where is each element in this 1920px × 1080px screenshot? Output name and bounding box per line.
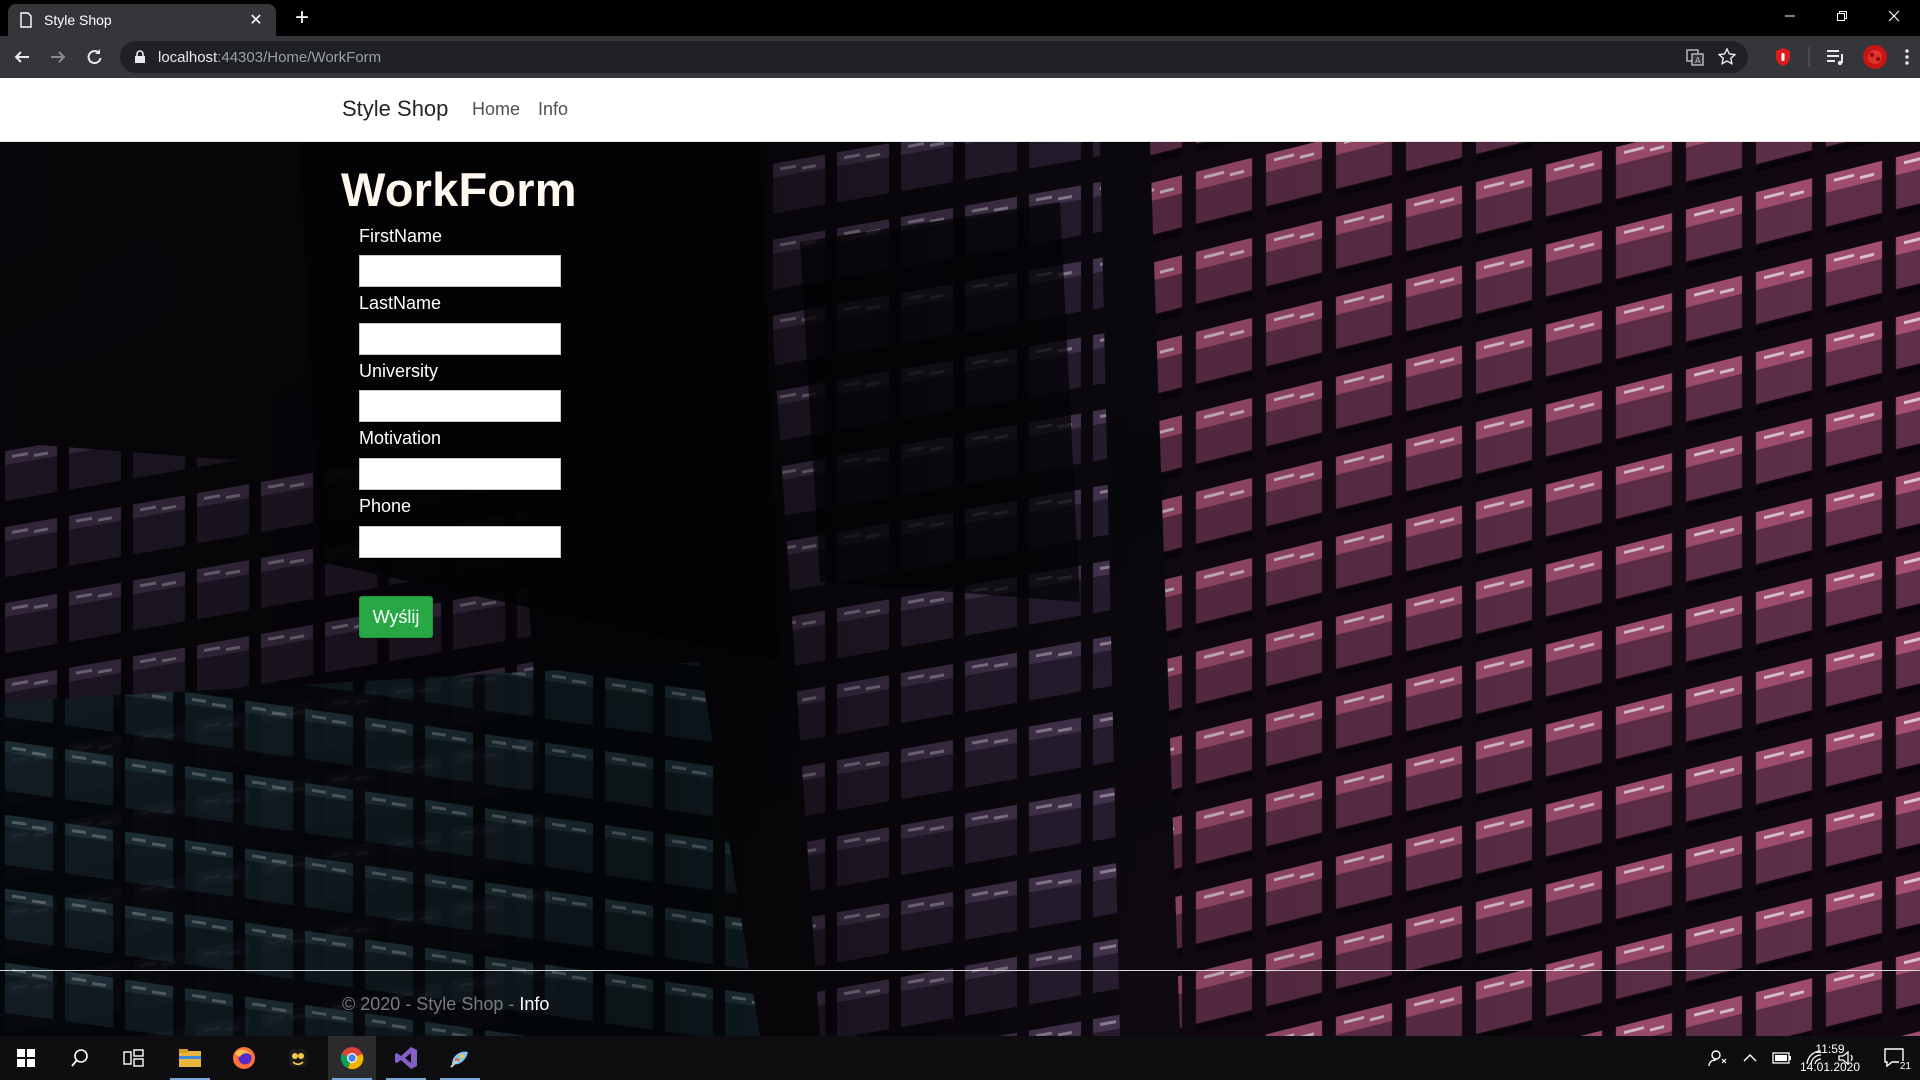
address-bar[interactable]: localhost:44303/Home/WorkForm A [120, 41, 1748, 73]
lastname-input[interactable] [359, 323, 561, 355]
wumpus-app-icon[interactable] [274, 1036, 322, 1080]
notifications-icon[interactable]: 21 [1878, 1042, 1914, 1074]
office-building-background-image [0, 142, 1920, 1036]
clock-time: 11:59 [1815, 1042, 1845, 1056]
footer-copyright: © 2020 - Style Shop - [342, 994, 520, 1014]
motivation-label: Motivation [359, 428, 442, 448]
url-path: :44303/Home/WorkForm [217, 48, 382, 66]
media-queue-icon[interactable] [1826, 48, 1846, 66]
reload-icon[interactable] [80, 43, 108, 71]
close-tab-icon[interactable]: ✕ [246, 10, 266, 30]
nav-link-home[interactable]: Home [472, 99, 520, 120]
university-input[interactable] [359, 390, 561, 422]
phone-label: Phone [359, 496, 412, 516]
back-arrow-icon[interactable] [8, 43, 36, 71]
extension-icon[interactable] [1774, 47, 1792, 67]
visual-studio-icon[interactable] [382, 1036, 430, 1080]
page-icon [20, 12, 32, 28]
firefox-icon[interactable] [220, 1036, 268, 1080]
restore-icon[interactable] [1816, 0, 1868, 32]
footer-info-link[interactable]: Info [519, 994, 549, 1014]
close-window-icon[interactable] [1868, 0, 1920, 32]
footer: © 2020 - Style Shop - Info [342, 994, 549, 1015]
chrome-icon[interactable] [328, 1036, 376, 1080]
battery-icon[interactable] [1772, 1051, 1792, 1065]
nav-link-info[interactable]: Info [538, 99, 568, 120]
browser-tabstrip: Style Shop ✕ + [0, 0, 1920, 36]
clock-date: 14.01.2020 [1799, 1060, 1861, 1074]
lastname-label: LastName [359, 293, 442, 313]
notification-count: 21 [1898, 1061, 1912, 1072]
windows-taskbar: 11:59 14.01.2020 21 [0, 1036, 1920, 1080]
search-icon[interactable] [56, 1036, 104, 1080]
chrome-menu-icon[interactable] [1904, 48, 1910, 66]
windows-start-icon[interactable] [2, 1036, 50, 1080]
phone-input[interactable] [359, 526, 561, 558]
browser-tab[interactable]: Style Shop ✕ [8, 4, 276, 36]
university-label: University [359, 361, 439, 381]
people-icon[interactable] [1708, 1048, 1728, 1068]
tab-title: Style Shop [44, 12, 112, 28]
toolbar-divider [1808, 47, 1810, 67]
site-brand-link[interactable]: Style Shop [342, 96, 448, 122]
site-navbar: Style Shop Home Info [0, 78, 1920, 142]
url-host: localhost [158, 48, 218, 66]
translate-icon[interactable]: A [1686, 48, 1704, 66]
file-explorer-icon[interactable] [166, 1036, 214, 1080]
motivation-input[interactable] [359, 458, 561, 490]
browser-toolbar: localhost:44303/Home/WorkForm A [0, 36, 1920, 78]
task-view-icon[interactable] [110, 1036, 158, 1080]
page-title: WorkForm [341, 163, 577, 216]
profile-avatar-icon[interactable] [1862, 44, 1888, 70]
firstname-input[interactable] [359, 255, 561, 287]
footer-divider [0, 970, 1920, 971]
window-controls [1764, 0, 1920, 32]
lock-icon[interactable] [134, 50, 146, 64]
system-clock[interactable]: 11:59 14.01.2020 [1794, 1040, 1866, 1076]
show-hidden-icons-chevron-icon[interactable] [1742, 1050, 1758, 1066]
page-viewport: Style Shop Home Info WorkForm FirstName … [0, 78, 1920, 1036]
bookmark-star-icon[interactable] [1718, 48, 1736, 66]
forward-arrow-icon[interactable] [44, 43, 72, 71]
minimize-icon[interactable] [1764, 0, 1816, 32]
svg-text:A: A [1695, 56, 1701, 65]
paint-app-icon[interactable] [436, 1036, 484, 1080]
firstname-label: FirstName [359, 226, 443, 246]
url-text: localhost:44303/Home/WorkForm [158, 49, 381, 66]
submit-button[interactable]: Wyślij [359, 596, 433, 638]
new-tab-button[interactable]: + [288, 4, 316, 32]
